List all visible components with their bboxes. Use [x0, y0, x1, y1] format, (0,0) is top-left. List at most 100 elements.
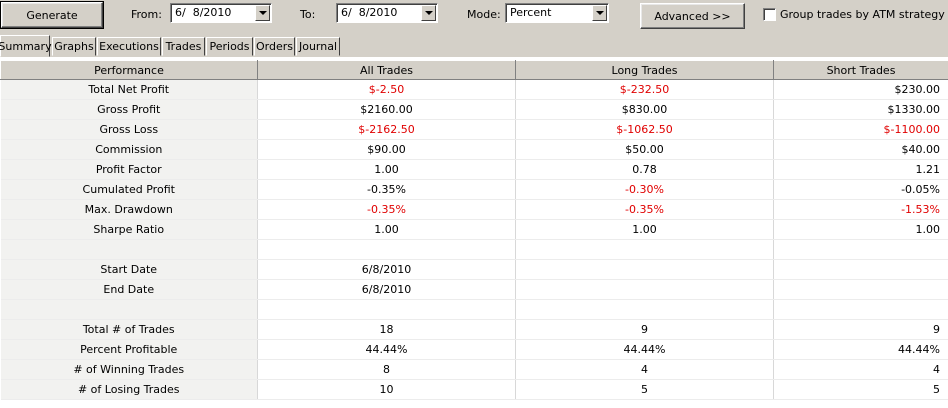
column-header-performance[interactable]: Performance: [1, 61, 258, 80]
table-row: Start Date6/8/2010: [1, 260, 948, 280]
table-row: Total Net Profit$-2.50$-232.50$230.00: [1, 80, 948, 100]
summary-grid: Performance All Trades Long Trades Short…: [0, 57, 948, 408]
performance-table: Performance All Trades Long Trades Short…: [0, 60, 948, 400]
table-cell: [516, 300, 774, 320]
column-header-short-trades[interactable]: Short Trades: [774, 61, 948, 80]
table-cell: 18: [258, 320, 516, 340]
table-row: Gross Profit$2160.00$830.00$1330.00: [1, 100, 948, 120]
table-cell: 1.00: [774, 220, 948, 240]
table-cell: $40.00: [774, 140, 948, 160]
from-date-value: 6/ 8/2010: [175, 6, 231, 19]
tab-executions[interactable]: Executions: [97, 37, 161, 56]
row-label: # of Winning Trades: [1, 360, 258, 380]
table-cell: 9: [516, 320, 774, 340]
to-date-dropdown-icon[interactable]: [421, 5, 436, 21]
to-date-picker[interactable]: 6/ 8/2010: [336, 3, 438, 23]
row-label: Sharpe Ratio: [1, 220, 258, 240]
table-cell: 1.00: [258, 160, 516, 180]
row-label: Total # of Trades: [1, 320, 258, 340]
table-cell: 44.44%: [774, 340, 948, 360]
table-cell: 4: [774, 360, 948, 380]
mode-dropdown-icon[interactable]: [592, 5, 607, 21]
table-row: # of Winning Trades844: [1, 360, 948, 380]
table-cell: 6/8/2010: [258, 280, 516, 300]
table-row: [1, 240, 948, 260]
row-label: Gross Profit: [1, 100, 258, 120]
table-cell: $2160.00: [258, 100, 516, 120]
table-cell: $-232.50: [516, 80, 774, 100]
table-row: Commission$90.00$50.00$40.00: [1, 140, 948, 160]
row-label: Max. Drawdown: [1, 200, 258, 220]
table-cell: 1.00: [516, 220, 774, 240]
table-cell: $50.00: [516, 140, 774, 160]
table-cell: [516, 240, 774, 260]
generate-button[interactable]: Generate: [1, 2, 103, 28]
tab-orders[interactable]: Orders: [254, 37, 295, 56]
tab-journal[interactable]: Journal: [296, 37, 340, 56]
row-label: Start Date: [1, 260, 258, 280]
table-row: Cumulated Profit-0.35%-0.30%-0.05%: [1, 180, 948, 200]
table-cell: [774, 260, 948, 280]
table-cell: 5: [516, 380, 774, 400]
tab-graphs[interactable]: Graphs: [52, 37, 96, 56]
table-cell: -0.05%: [774, 180, 948, 200]
row-label: [1, 240, 258, 260]
row-label: Percent Profitable: [1, 340, 258, 360]
table-cell: [258, 240, 516, 260]
tab-summary[interactable]: Summary: [0, 35, 50, 57]
table-cell: 10: [258, 380, 516, 400]
table-row: End Date6/8/2010: [1, 280, 948, 300]
table-row: Profit Factor1.000.781.21: [1, 160, 948, 180]
row-label: Total Net Profit: [1, 80, 258, 100]
row-label: Commission: [1, 140, 258, 160]
table-cell: -0.35%: [516, 200, 774, 220]
table-cell: 8: [258, 360, 516, 380]
tab-periods[interactable]: Periods: [206, 37, 253, 56]
table-cell: $90.00: [258, 140, 516, 160]
row-label: [1, 300, 258, 320]
table-cell: $830.00: [516, 100, 774, 120]
from-label: From:: [131, 8, 162, 21]
table-cell: $230.00: [774, 80, 948, 100]
table-row: # of Losing Trades1055: [1, 380, 948, 400]
table-cell: $-2162.50: [258, 120, 516, 140]
row-label: Gross Loss: [1, 120, 258, 140]
to-label: To:: [300, 8, 315, 21]
table-cell: [774, 300, 948, 320]
table-cell: 44.44%: [258, 340, 516, 360]
table-cell: $-2.50: [258, 80, 516, 100]
tab-bar: Summary Graphs Executions Trades Periods…: [0, 36, 948, 57]
table-cell: 9: [774, 320, 948, 340]
row-label: Profit Factor: [1, 160, 258, 180]
table-cell: [774, 280, 948, 300]
advanced-button[interactable]: Advanced >>: [640, 3, 745, 29]
column-header-long-trades[interactable]: Long Trades: [516, 61, 774, 80]
table-cell: 0.78: [516, 160, 774, 180]
table-cell: 6/8/2010: [258, 260, 516, 280]
mode-select[interactable]: Percent: [505, 3, 609, 23]
table-row: Sharpe Ratio1.001.001.00: [1, 220, 948, 240]
tab-trades[interactable]: Trades: [162, 37, 205, 56]
table-cell: $1330.00: [774, 100, 948, 120]
group-trades-checkbox[interactable]: [763, 8, 776, 21]
table-cell: 1.21: [774, 160, 948, 180]
mode-value: Percent: [510, 6, 551, 19]
table-cell: 44.44%: [516, 340, 774, 360]
table-row: Gross Loss$-2162.50$-1062.50$-1100.00: [1, 120, 948, 140]
from-date-dropdown-icon[interactable]: [255, 5, 270, 21]
table-cell: [516, 280, 774, 300]
table-cell: -0.35%: [258, 200, 516, 220]
table-cell: -0.35%: [258, 180, 516, 200]
column-header-all-trades[interactable]: All Trades: [258, 61, 516, 80]
table-row: [1, 300, 948, 320]
group-trades-label[interactable]: Group trades by ATM strategy: [780, 8, 945, 21]
table-cell: [258, 300, 516, 320]
table-cell: 5: [774, 380, 948, 400]
table-row: Max. Drawdown-0.35%-0.35%-1.53%: [1, 200, 948, 220]
table-row: Total # of Trades1899: [1, 320, 948, 340]
from-date-picker[interactable]: 6/ 8/2010: [170, 3, 272, 23]
table-header-row: Performance All Trades Long Trades Short…: [1, 61, 948, 80]
table-cell: $-1100.00: [774, 120, 948, 140]
table-cell: $-1062.50: [516, 120, 774, 140]
table-row: Percent Profitable44.44%44.44%44.44%: [1, 340, 948, 360]
